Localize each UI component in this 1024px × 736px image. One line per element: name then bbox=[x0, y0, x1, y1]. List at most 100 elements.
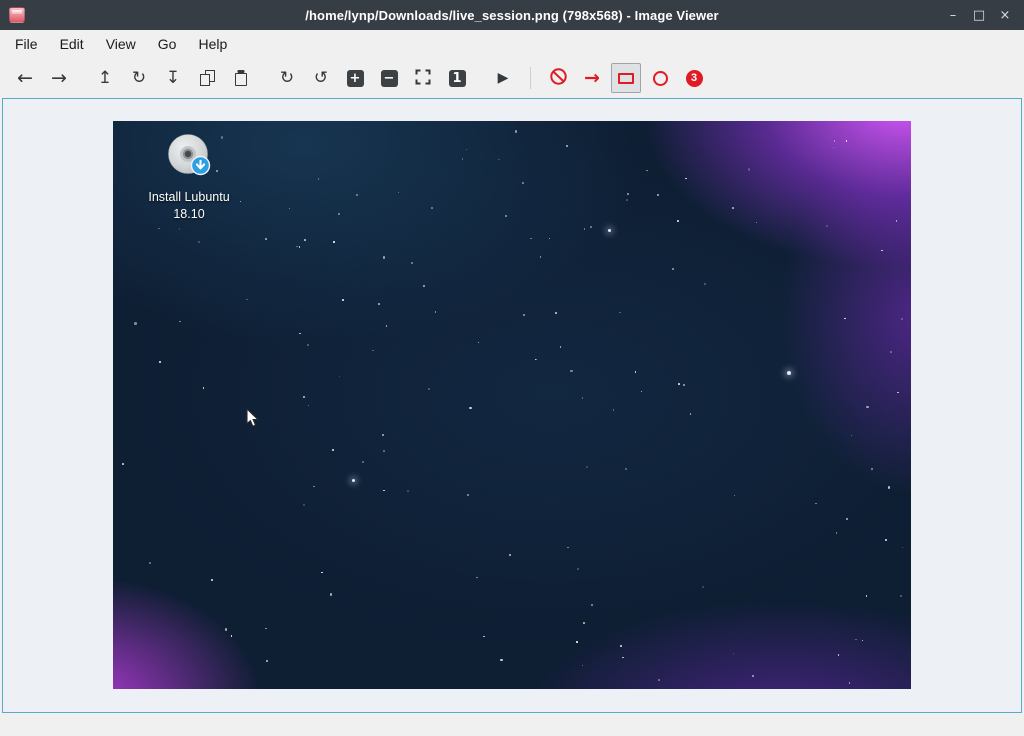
minimize-button[interactable]: – bbox=[942, 4, 964, 26]
paste-button[interactable] bbox=[226, 63, 256, 93]
next-file-button[interactable]: → bbox=[44, 63, 74, 93]
maximize-button[interactable]: □ bbox=[968, 4, 990, 26]
copy-icon bbox=[200, 70, 215, 86]
star bbox=[635, 371, 637, 373]
menu-file[interactable]: File bbox=[4, 32, 49, 56]
toolbar: ← → ↥ ↻ ↧ ↻ ↺ + − bbox=[0, 58, 1024, 98]
star bbox=[885, 539, 887, 541]
annotation-circle-button[interactable] bbox=[645, 63, 675, 93]
zoom-out-button[interactable]: − bbox=[374, 63, 404, 93]
star bbox=[566, 145, 568, 147]
image-viewer-window: /home/lynp/Downloads/live_session.png (7… bbox=[0, 0, 1024, 736]
star bbox=[231, 635, 233, 637]
star bbox=[815, 503, 817, 505]
star bbox=[134, 322, 137, 325]
star bbox=[582, 665, 584, 667]
star bbox=[313, 486, 315, 488]
copy-button[interactable] bbox=[192, 63, 222, 93]
star bbox=[567, 547, 569, 549]
star bbox=[583, 622, 585, 624]
star bbox=[523, 314, 525, 316]
image-viewport[interactable]: Install Lubuntu 18.10 bbox=[2, 98, 1022, 713]
mouse-cursor-icon bbox=[246, 408, 260, 428]
app-icon bbox=[9, 7, 25, 23]
star bbox=[299, 333, 301, 335]
star bbox=[834, 140, 836, 142]
star bbox=[619, 312, 621, 314]
star bbox=[732, 207, 734, 209]
previous-file-button[interactable]: ← bbox=[10, 63, 40, 93]
window-title: /home/lynp/Downloads/live_session.png (7… bbox=[0, 8, 1024, 23]
star bbox=[296, 246, 298, 248]
annotation-rectangle-button[interactable] bbox=[611, 63, 641, 93]
star bbox=[411, 262, 413, 264]
star bbox=[672, 268, 674, 270]
star bbox=[198, 241, 200, 243]
star bbox=[378, 303, 380, 305]
annotation-arrow-button[interactable]: → bbox=[577, 63, 607, 93]
menu-view[interactable]: View bbox=[95, 32, 147, 56]
desktop-icon-label: Install Lubuntu 18.10 bbox=[131, 189, 247, 223]
star bbox=[515, 130, 518, 133]
star bbox=[570, 370, 573, 373]
disc-icon bbox=[165, 133, 213, 181]
close-button[interactable]: × bbox=[994, 4, 1016, 26]
menu-help[interactable]: Help bbox=[187, 32, 238, 56]
star bbox=[657, 194, 659, 196]
red-arrow-icon: → bbox=[584, 69, 600, 88]
star bbox=[733, 653, 735, 655]
open-file-button[interactable]: ↥ bbox=[90, 63, 120, 93]
star bbox=[372, 350, 374, 352]
star bbox=[289, 208, 291, 210]
star bbox=[838, 654, 840, 656]
star bbox=[549, 238, 551, 240]
star bbox=[590, 226, 592, 228]
star bbox=[321, 572, 323, 574]
zoom-in-icon: + bbox=[347, 70, 364, 87]
star bbox=[179, 321, 181, 323]
star bbox=[862, 640, 864, 642]
star bbox=[149, 562, 151, 564]
menu-go[interactable]: Go bbox=[147, 32, 188, 56]
star bbox=[677, 220, 679, 222]
rotate-counterclockwise-button[interactable]: ↺ bbox=[306, 63, 336, 93]
annotation-number-button[interactable]: 3 bbox=[679, 63, 709, 93]
star bbox=[576, 641, 578, 643]
menu-edit[interactable]: Edit bbox=[49, 32, 95, 56]
zoom-in-button[interactable]: + bbox=[340, 63, 370, 93]
star bbox=[844, 318, 846, 320]
star bbox=[627, 193, 629, 195]
star bbox=[577, 568, 579, 570]
star bbox=[582, 397, 584, 399]
star bbox=[888, 486, 891, 489]
fit-window-button[interactable] bbox=[408, 63, 438, 93]
star bbox=[179, 228, 181, 230]
reload-button[interactable]: ↻ bbox=[124, 63, 154, 93]
titlebar[interactable]: /home/lynp/Downloads/live_session.png (7… bbox=[0, 0, 1024, 30]
star bbox=[866, 406, 869, 409]
toolbar-separator bbox=[530, 67, 531, 89]
star bbox=[423, 285, 425, 287]
rotate-clockwise-button[interactable]: ↻ bbox=[272, 63, 302, 93]
star bbox=[469, 407, 472, 410]
original-size-button[interactable]: 1 bbox=[442, 63, 472, 93]
star bbox=[266, 660, 268, 662]
star bbox=[159, 361, 162, 364]
star bbox=[897, 392, 899, 394]
star bbox=[304, 239, 306, 241]
star bbox=[303, 396, 305, 398]
zoom-out-icon: − bbox=[381, 70, 398, 87]
star bbox=[826, 225, 828, 227]
star bbox=[509, 554, 512, 557]
star bbox=[303, 504, 305, 506]
star bbox=[626, 199, 628, 201]
save-icon: ↧ bbox=[166, 70, 180, 87]
displayed-image[interactable]: Install Lubuntu 18.10 bbox=[113, 121, 911, 689]
star bbox=[500, 659, 503, 662]
save-file-button[interactable]: ↧ bbox=[158, 63, 188, 93]
star bbox=[299, 246, 301, 248]
reload-icon: ↻ bbox=[132, 70, 146, 87]
annotation-none-button[interactable] bbox=[543, 63, 573, 93]
play-slideshow-button[interactable]: ▶ bbox=[488, 63, 518, 93]
star bbox=[560, 346, 562, 348]
